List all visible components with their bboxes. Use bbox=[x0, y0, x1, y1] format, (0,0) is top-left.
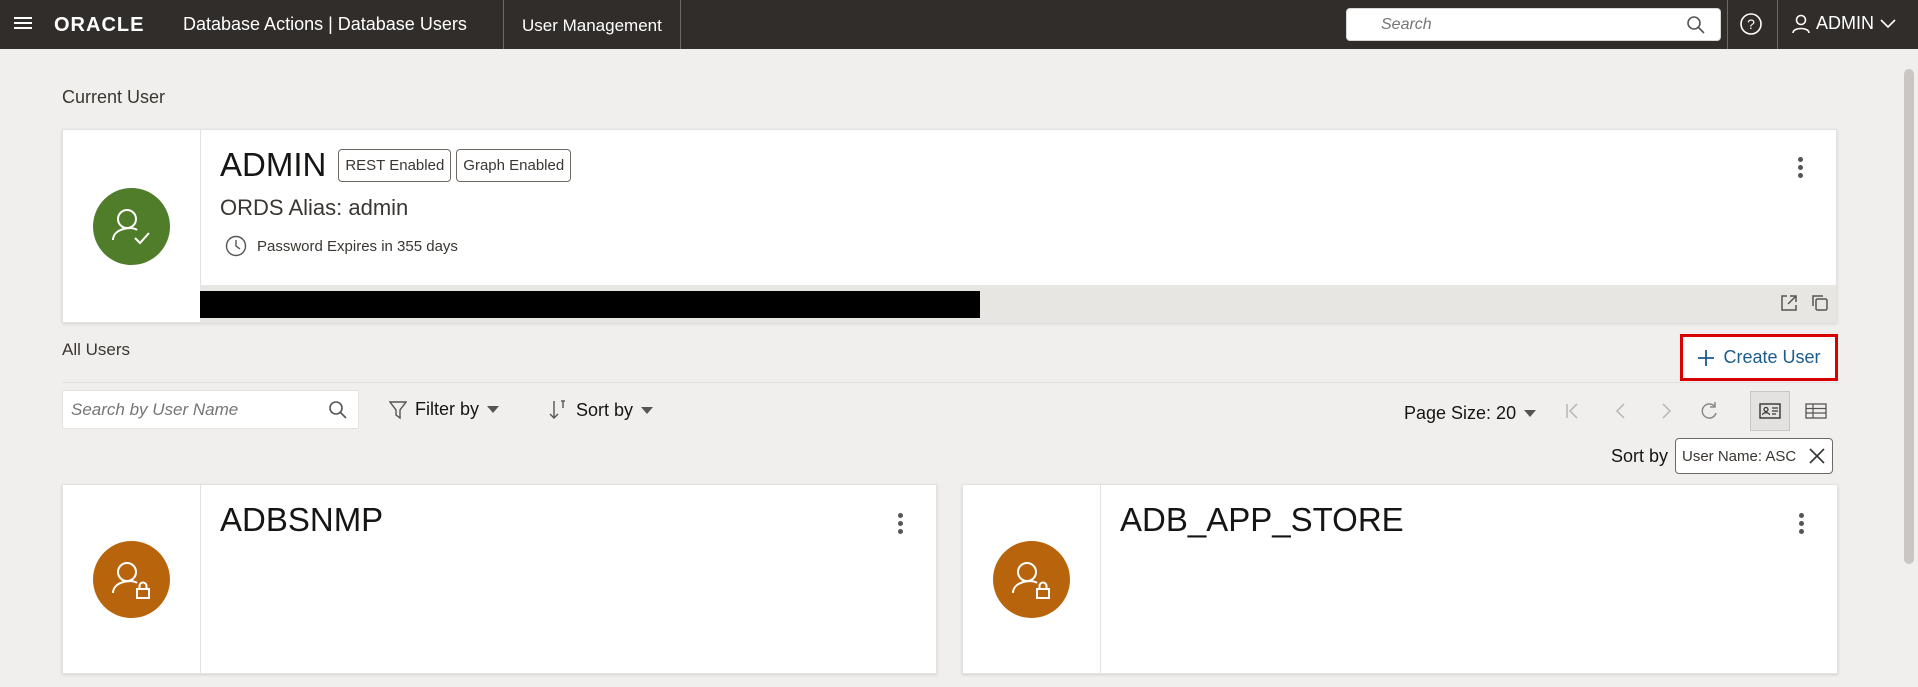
user-lock-icon bbox=[112, 562, 150, 599]
help-icon[interactable]: ? bbox=[1739, 12, 1763, 36]
create-user-label: Create User bbox=[1723, 347, 1821, 367]
chevron-down-icon bbox=[1880, 18, 1896, 28]
search-icon[interactable] bbox=[328, 400, 348, 420]
kebab-menu-icon[interactable] bbox=[1798, 157, 1803, 181]
page-size-label: Page Size: 20 bbox=[1404, 403, 1517, 423]
plus-icon bbox=[1698, 349, 1715, 366]
user-card[interactable]: ADBSNMP bbox=[62, 484, 937, 674]
divider bbox=[62, 382, 1839, 383]
card-view-icon bbox=[1759, 403, 1781, 419]
current-user-heading: Current User bbox=[62, 87, 166, 107]
clock-icon bbox=[225, 235, 247, 257]
grid-view-button[interactable] bbox=[1796, 391, 1836, 431]
current-user-header: ADMIN REST Enabled Graph Enabled bbox=[220, 146, 572, 184]
avatar-column bbox=[63, 485, 201, 673]
search-icon[interactable] bbox=[1686, 15, 1706, 35]
chevron-down-icon bbox=[641, 406, 654, 414]
avatar bbox=[93, 188, 170, 265]
connection-bar bbox=[200, 285, 1836, 322]
card-view-button[interactable] bbox=[1750, 391, 1790, 431]
redacted-url bbox=[200, 291, 980, 318]
sort-by-label: Sort by bbox=[576, 399, 634, 420]
oracle-logo: ORACLE bbox=[54, 14, 145, 36]
copy-icon[interactable] bbox=[1810, 293, 1830, 313]
sort-chip: User Name: ASC bbox=[1675, 438, 1834, 474]
filter-icon bbox=[389, 400, 407, 419]
ords-alias: ORDS Alias: admin bbox=[220, 195, 409, 220]
global-search[interactable] bbox=[1346, 8, 1721, 41]
user-lock-icon bbox=[1012, 562, 1050, 599]
kebab-menu-icon[interactable] bbox=[898, 513, 903, 537]
user-check-icon bbox=[112, 209, 150, 245]
graph-enabled-badge: Graph Enabled bbox=[456, 148, 572, 182]
app-title: Database Actions | Database Users bbox=[183, 14, 467, 34]
user-menu[interactable]: ADMIN bbox=[1792, 13, 1896, 34]
page-size-select[interactable]: Page Size: 20 bbox=[1404, 403, 1537, 424]
next-page-icon[interactable] bbox=[1657, 402, 1675, 420]
svg-text:?: ? bbox=[1747, 16, 1755, 32]
section-title[interactable]: User Management bbox=[522, 16, 662, 36]
all-users-heading: All Users bbox=[62, 340, 131, 359]
sort-by-button[interactable]: Sort by bbox=[548, 399, 654, 421]
user-name: ADBSNMP bbox=[220, 501, 384, 538]
chevron-down-icon bbox=[1524, 410, 1537, 417]
user-search[interactable] bbox=[62, 390, 359, 429]
avatar-column bbox=[963, 485, 1101, 673]
global-search-input[interactable] bbox=[1381, 9, 1681, 40]
close-icon[interactable] bbox=[1808, 447, 1826, 465]
divider bbox=[1727, 0, 1728, 49]
first-page-icon[interactable] bbox=[1564, 402, 1582, 420]
rest-enabled-badge: REST Enabled bbox=[338, 148, 452, 182]
external-link-icon[interactable] bbox=[1779, 293, 1799, 313]
divider bbox=[1777, 0, 1778, 49]
chevron-down-icon bbox=[487, 406, 500, 413]
user-card[interactable]: ADB_APP_STORE bbox=[962, 484, 1838, 674]
sort-chip-label: User Name: ASC bbox=[1682, 447, 1797, 465]
password-expiry-text: Password Expires in 355 days bbox=[257, 237, 458, 255]
user-menu-label: ADMIN bbox=[1816, 13, 1874, 33]
applied-sort-label: Sort by bbox=[1611, 446, 1669, 466]
grid-view-icon bbox=[1805, 403, 1827, 419]
scrollbar[interactable] bbox=[1900, 49, 1918, 687]
current-user-name: ADMIN bbox=[220, 146, 327, 183]
filter-by-button[interactable]: Filter by bbox=[389, 399, 500, 420]
scrollbar-thumb[interactable] bbox=[1904, 69, 1914, 564]
current-user-card: ADMIN REST Enabled Graph Enabled ORDS Al… bbox=[62, 129, 1837, 323]
sort-icon bbox=[549, 400, 565, 419]
kebab-menu-icon[interactable] bbox=[1799, 513, 1804, 537]
top-bar: ORACLE Database Actions | Database Users… bbox=[0, 0, 1918, 49]
avatar-column bbox=[63, 130, 201, 322]
user-name: ADB_APP_STORE bbox=[1120, 501, 1404, 538]
avatar bbox=[993, 541, 1070, 618]
password-expiry: Password Expires in 355 days bbox=[225, 235, 458, 257]
create-user-button[interactable]: Create User bbox=[1680, 334, 1838, 381]
filter-by-label: Filter by bbox=[415, 399, 480, 419]
user-search-input[interactable] bbox=[63, 391, 303, 428]
divider bbox=[503, 0, 504, 49]
user-icon bbox=[1792, 14, 1810, 33]
previous-page-icon[interactable] bbox=[1612, 402, 1630, 420]
divider bbox=[680, 0, 681, 49]
hamburger-icon[interactable] bbox=[14, 17, 32, 31]
refresh-icon[interactable] bbox=[1699, 401, 1719, 421]
avatar bbox=[93, 541, 170, 618]
